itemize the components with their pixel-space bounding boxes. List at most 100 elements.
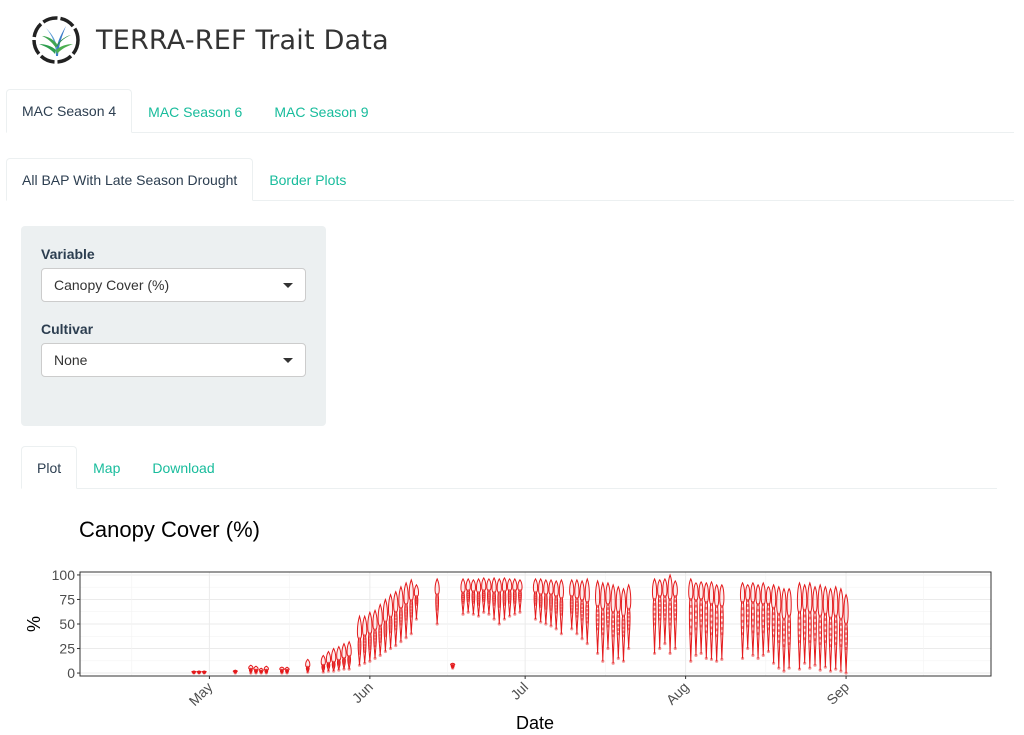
data-point: [689, 625, 693, 629]
data-point: [777, 666, 781, 670]
data-point: [306, 665, 310, 669]
data-point: [808, 610, 812, 614]
cultivar-select[interactable]: None: [41, 343, 306, 377]
data-point: [580, 613, 584, 617]
data-point: [616, 627, 620, 631]
data-point: [653, 597, 657, 601]
data-point: [818, 631, 822, 635]
data-point: [803, 608, 807, 612]
data-point: [549, 598, 553, 602]
data-point: [813, 610, 817, 614]
data-point: [782, 622, 786, 626]
data-point: [756, 614, 760, 618]
data-point: [342, 667, 346, 671]
data-point: [368, 659, 372, 663]
data-point: [394, 617, 398, 621]
tab-border-plots[interactable]: Border Plots: [253, 158, 362, 201]
data-point: [502, 617, 507, 621]
tab-all-bap[interactable]: All BAP With Late Season Drought: [6, 158, 254, 201]
controls-panel: Variable Canopy Cover (%) Cultivar None: [21, 226, 326, 426]
data-point: [746, 614, 750, 618]
data-point: [627, 619, 631, 623]
data-point: [358, 651, 362, 655]
data-point: [658, 595, 662, 599]
data-point: [673, 604, 677, 608]
y-tick-label: 0: [67, 665, 75, 681]
data-point: [378, 640, 382, 644]
tab-map[interactable]: Map: [77, 446, 136, 489]
data-point: [580, 617, 584, 621]
data-point: [409, 614, 413, 618]
data-point: [585, 604, 589, 608]
data-point: [668, 602, 672, 606]
data-point: [368, 641, 372, 645]
data-point: [787, 642, 791, 646]
data-point: [756, 608, 760, 612]
data-point: [808, 622, 812, 626]
data-point: [192, 671, 196, 675]
data-point: [803, 631, 807, 635]
data-point: [399, 619, 403, 623]
data-point: [394, 614, 398, 618]
data-point: [808, 616, 812, 620]
data-point: [611, 624, 615, 628]
data-point: [673, 599, 677, 603]
data-point: [534, 591, 537, 595]
data-point: [787, 620, 791, 624]
data-point: [715, 604, 719, 608]
data-point: [363, 643, 367, 647]
data-point: [746, 604, 750, 608]
data-point: [823, 618, 827, 622]
violin: [450, 662, 456, 670]
data-point: [766, 617, 770, 621]
data-point: [797, 616, 801, 620]
data-point: [668, 617, 672, 621]
data-point: [777, 623, 781, 627]
data-point: [761, 619, 765, 623]
data-point: [777, 618, 781, 622]
data-point: [435, 604, 439, 608]
data-point: [363, 646, 367, 650]
y-tick-label: 75: [59, 591, 75, 607]
data-point: [704, 630, 708, 634]
data-point: [751, 630, 755, 634]
data-point: [621, 626, 625, 630]
tab-mac-season-4[interactable]: MAC Season 4: [6, 89, 133, 133]
data-point: [306, 670, 310, 674]
data-point: [544, 606, 548, 610]
data-point: [554, 610, 558, 614]
data-point: [476, 614, 481, 618]
data-point: [606, 620, 610, 624]
variable-select[interactable]: Canopy Cover (%): [41, 268, 306, 302]
data-point: [787, 614, 791, 618]
x-tick-label: Sep: [823, 679, 852, 708]
tab-mac-season-9[interactable]: MAC Season 9: [258, 89, 384, 133]
data-point: [570, 601, 574, 605]
data-point: [720, 626, 724, 630]
data-point: [585, 642, 589, 646]
data-point: [570, 604, 574, 608]
tab-mac-season-6[interactable]: MAC Season 6: [132, 89, 258, 133]
data-point: [549, 596, 553, 600]
data-point: [368, 635, 372, 639]
data-point: [704, 600, 708, 604]
data-point: [197, 671, 201, 675]
data-point: [715, 628, 719, 632]
data-point: [616, 610, 620, 614]
data-point: [844, 671, 848, 675]
data-point: [404, 608, 408, 612]
cultivar-field: Cultivar None: [41, 321, 306, 377]
tab-plot[interactable]: Plot: [21, 446, 78, 489]
data-point: [689, 604, 693, 608]
data-point: [751, 606, 755, 610]
data-point: [844, 632, 848, 636]
data-point: [575, 600, 579, 604]
tab-download[interactable]: Download: [136, 446, 230, 489]
data-point: [549, 624, 553, 628]
data-point: [673, 617, 677, 621]
data-point: [756, 602, 760, 606]
data-point: [502, 590, 506, 594]
data-point: [782, 633, 786, 637]
data-point: [383, 634, 387, 638]
data-point: [559, 603, 563, 607]
